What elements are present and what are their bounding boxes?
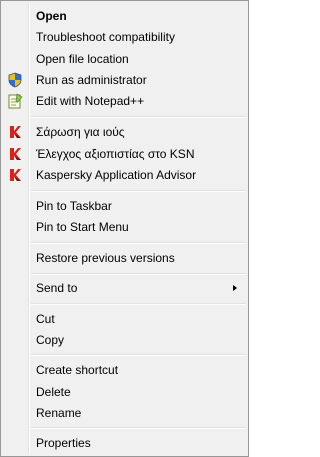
- menu-item-kaspersky-scan[interactable]: Σάρωση για ιούς: [3, 121, 246, 143]
- menu-item-label: Edit with Notepad++: [36, 94, 145, 108]
- menu-item-troubleshoot-compatibility[interactable]: Troubleshoot compatibility: [3, 26, 246, 48]
- menu-item-label: Pin to Taskbar: [36, 199, 112, 213]
- menu-item-label: Copy: [36, 333, 65, 347]
- menu-item-open[interactable]: Open: [3, 5, 246, 27]
- menu-separator: [31, 354, 246, 356]
- menu-item-create-shortcut[interactable]: Create shortcut: [3, 359, 246, 381]
- menu-item-label: Send to: [36, 281, 78, 295]
- menu-separator: [31, 273, 246, 275]
- menu-item-cut[interactable]: Cut: [3, 308, 246, 330]
- kaspersky-icon: [7, 124, 23, 140]
- notepad-plus-plus-icon: [7, 93, 23, 109]
- menu-separator: [31, 242, 246, 244]
- menu-item-pin-to-taskbar[interactable]: Pin to Taskbar: [3, 195, 246, 217]
- menu-item-label: Troubleshoot compatibility: [36, 30, 175, 44]
- menu-item-kaspersky-ksn-check[interactable]: Έλεγχος αξιοπιστίας στο KSN: [3, 143, 246, 165]
- menu-item-edit-with-notepadpp[interactable]: Edit with Notepad++: [3, 90, 246, 112]
- menu-item-label: Run as administrator: [36, 73, 147, 87]
- kaspersky-icon: [7, 167, 23, 183]
- menu-item-label: Properties: [36, 436, 91, 450]
- menu-item-properties[interactable]: Properties: [3, 432, 246, 454]
- menu-item-label: Open: [36, 9, 67, 23]
- menu-item-delete[interactable]: Delete: [3, 381, 246, 403]
- menu-item-pin-to-start-menu[interactable]: Pin to Start Menu: [3, 216, 246, 238]
- menu-item-label: Open file location: [36, 52, 129, 66]
- menu-item-label: Έλεγχος αξιοπιστίας στο KSN: [36, 147, 195, 161]
- menu-item-rename[interactable]: Rename: [3, 402, 246, 424]
- context-menu: Open Troubleshoot compatibility Open fil…: [0, 0, 249, 457]
- kaspersky-icon: [7, 146, 23, 162]
- menu-item-label: Delete: [36, 385, 71, 399]
- menu-item-label: Cut: [36, 312, 55, 326]
- menu-item-open-file-location[interactable]: Open file location: [3, 48, 246, 70]
- menu-item-label: Restore previous versions: [36, 251, 175, 265]
- menu-separator: [31, 427, 246, 429]
- menu-item-copy[interactable]: Copy: [3, 329, 246, 351]
- menu-separator: [31, 190, 246, 192]
- menu-item-run-as-administrator[interactable]: Run as administrator: [3, 69, 246, 91]
- menu-item-kaspersky-application-advisor[interactable]: Kaspersky Application Advisor: [3, 164, 246, 186]
- submenu-arrow-icon: [233, 285, 237, 291]
- menu-separator: [31, 116, 246, 118]
- uac-shield-icon: [7, 72, 23, 88]
- menu-item-restore-previous-versions[interactable]: Restore previous versions: [3, 247, 246, 269]
- menu-item-label: Kaspersky Application Advisor: [36, 168, 197, 182]
- menu-item-label: Pin to Start Menu: [36, 220, 129, 234]
- menu-item-label: Σάρωση για ιούς: [36, 125, 125, 139]
- menu-separator: [31, 303, 246, 305]
- menu-item-label: Rename: [36, 406, 82, 420]
- menu-item-label: Create shortcut: [36, 363, 119, 377]
- menu-item-send-to[interactable]: Send to: [3, 277, 246, 299]
